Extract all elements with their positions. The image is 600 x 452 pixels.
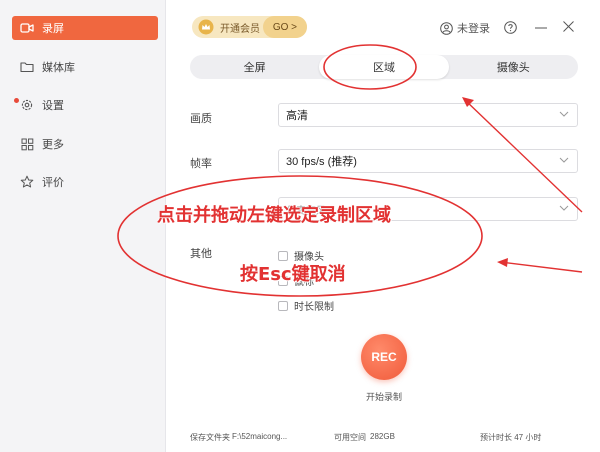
estimate-text: 预计时长 47 小时 — [480, 433, 542, 442]
folder-icon — [20, 60, 34, 74]
video-camera-icon — [20, 21, 34, 35]
vip-label: 开通会员 — [220, 23, 260, 35]
sidebar-item-rate[interactable]: 评价 — [12, 170, 158, 194]
user-icon — [440, 21, 453, 35]
sidebar-item-label: 设置 — [42, 100, 64, 112]
other-label: 其他 — [190, 248, 212, 260]
checkbox-label: 时长限制 — [294, 302, 334, 313]
grid-icon — [20, 137, 34, 151]
quality-select[interactable]: 高清 — [278, 103, 578, 127]
sidebar-item-more[interactable]: 更多 — [12, 132, 158, 156]
framerate-select[interactable]: 30 fps/s (推荐) — [278, 149, 578, 173]
annotation-line-2: 按Esc键取消 — [240, 264, 346, 285]
sidebar-item-record[interactable]: 录屏 — [12, 16, 158, 40]
checkbox-box — [278, 250, 288, 261]
chevron-down-icon — [559, 155, 569, 168]
sidebar-item-settings[interactable]: 设置 — [12, 93, 158, 117]
record-caption: 开始录制 — [366, 392, 403, 402]
chevron-down-icon — [559, 203, 569, 216]
gear-icon — [20, 98, 34, 112]
save-folder-label: 保存文件夹 — [190, 433, 230, 442]
login-label: 未登录 — [457, 23, 490, 35]
framerate-value: 30 fps/s (推荐) — [286, 156, 357, 168]
capture-mode-tabs: 全屏 区域 摄像头 — [190, 55, 578, 79]
quality-value: 高清 — [286, 110, 308, 122]
sidebar-item-label: 录屏 — [42, 23, 64, 35]
annotation-line-1: 点击并拖动左键选定录制区域 — [157, 205, 391, 226]
sidebar: 录屏 媒体库 设置 更多 评价 — [0, 0, 166, 452]
chevron-down-icon — [559, 109, 569, 122]
arrow-head-lower — [497, 258, 508, 267]
save-path[interactable]: F:\52maicong... — [232, 432, 287, 441]
star-icon — [20, 175, 34, 189]
quality-label: 画质 — [190, 113, 212, 125]
free-space-label: 可用空间 — [334, 433, 366, 442]
sidebar-item-label: 评价 — [42, 177, 64, 189]
arrow-line-lower — [499, 261, 583, 273]
framerate-label: 帧率 — [190, 158, 212, 170]
vip-button[interactable]: 开通会员 GO > — [192, 16, 307, 38]
tab-camera[interactable]: 摄像头 — [449, 55, 578, 79]
sidebar-item-label: 更多 — [42, 139, 64, 151]
tab-region[interactable]: 区域 — [319, 55, 449, 79]
minimize-icon[interactable] — [535, 27, 547, 29]
close-icon[interactable] — [563, 21, 574, 32]
crown-icon — [198, 19, 214, 35]
go-button[interactable]: GO > — [262, 16, 307, 38]
checkbox-box — [278, 300, 288, 311]
duration-limit-checkbox[interactable]: 时长限制 — [278, 298, 334, 313]
free-space-value: 282GB — [370, 432, 395, 441]
help-icon[interactable] — [504, 21, 517, 34]
record-button[interactable]: REC — [361, 334, 407, 380]
login-area[interactable]: 未登录 — [440, 20, 490, 36]
sidebar-item-media-library[interactable]: 媒体库 — [12, 55, 158, 79]
tab-fullscreen[interactable]: 全屏 — [190, 55, 319, 79]
sidebar-item-label: 媒体库 — [42, 62, 75, 74]
